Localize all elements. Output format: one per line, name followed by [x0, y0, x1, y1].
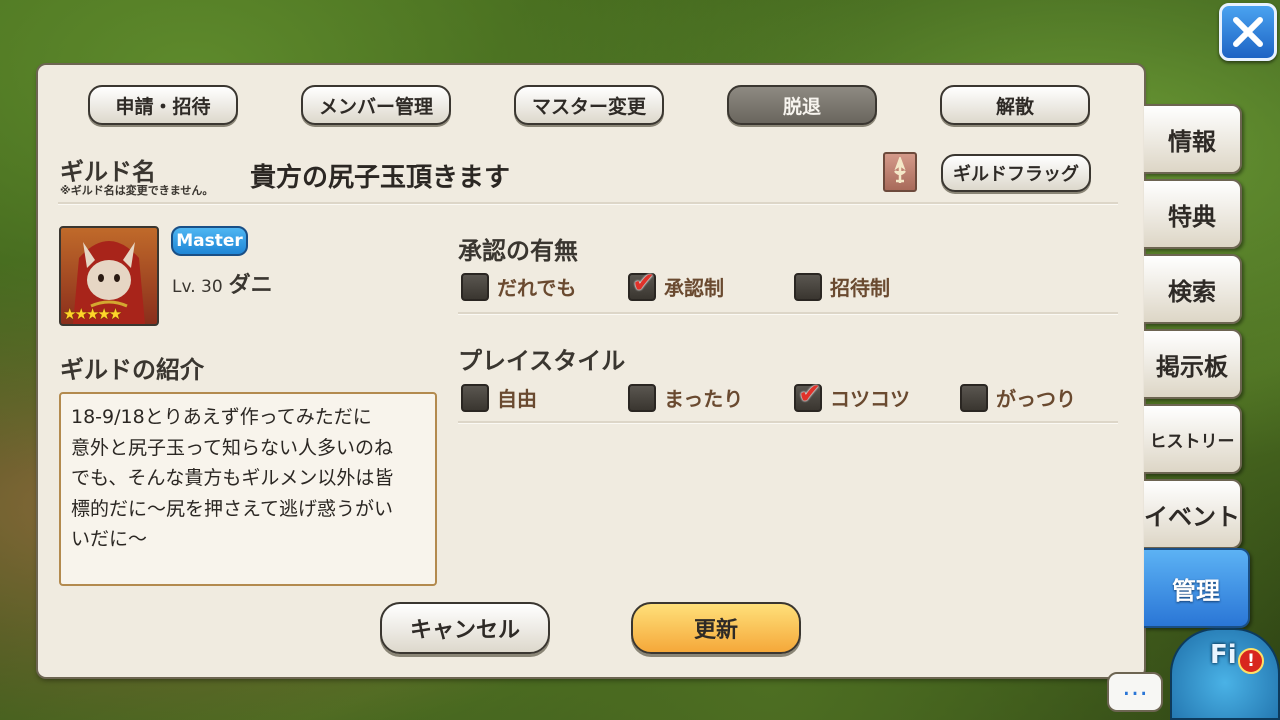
checkbox[interactable] — [461, 272, 489, 301]
checkbox[interactable]: ✔ — [628, 266, 656, 301]
playstyle-option-relaxed[interactable]: まったり — [628, 383, 743, 412]
checkbox[interactable] — [794, 272, 822, 301]
playstyle-option-steady[interactable]: ✔ コツコツ — [794, 377, 910, 412]
close-x-icon — [1233, 17, 1263, 47]
checkbox[interactable] — [960, 383, 988, 412]
option-label: 承認制 — [664, 276, 724, 300]
master-name: ダニ — [228, 273, 273, 298]
option-label: 招待制 — [830, 276, 890, 300]
side-tab-board[interactable]: 掲示板 — [1144, 329, 1242, 399]
master-level: Lv. 30 ダニ — [172, 267, 273, 299]
option-label: 自由 — [497, 387, 537, 411]
master-level-value: Lv. 30 — [172, 277, 223, 297]
option-label: がっつり — [996, 387, 1076, 411]
option-label: だれでも — [497, 276, 577, 300]
playstyle-title: プレイスタイル — [458, 347, 626, 375]
option-label: まったり — [664, 387, 744, 411]
close-button[interactable] — [1219, 3, 1277, 61]
approval-title: 承認の有無 — [458, 237, 578, 265]
check-icon: ✔ — [798, 376, 822, 410]
side-tab-management[interactable]: 管理 — [1144, 548, 1250, 628]
rarity-stars: ★★★★★ — [63, 305, 122, 323]
side-tab-history[interactable]: ヒストリー — [1144, 404, 1242, 474]
option-label: コツコツ — [830, 387, 910, 411]
checkbox[interactable] — [628, 383, 656, 412]
approval-option-anyone[interactable]: だれでも — [461, 272, 576, 301]
field-label: Fi — [1210, 640, 1237, 670]
update-button[interactable]: 更新 — [631, 602, 801, 654]
tab-leave[interactable]: 脱退 — [727, 85, 877, 125]
intro-text-box[interactable]: 18-9/18とりあえず作ってみただに 意外と尻子玉って知らない人多いのね でも… — [59, 392, 437, 586]
guild-management-panel: 申請・招待 メンバー管理 マスター変更 脱退 解散 ギルド名 ※ギルド名は変更で… — [38, 65, 1144, 677]
master-avatar: ★★★★★ — [59, 226, 159, 326]
guild-flag-button[interactable]: ギルドフラッグ — [941, 154, 1091, 192]
playstyle-option-hardcore[interactable]: がっつり — [960, 383, 1076, 412]
tab-master-change[interactable]: マスター変更 — [514, 85, 664, 125]
divider — [458, 421, 1118, 424]
playstyle-option-free[interactable]: 自由 — [461, 383, 537, 412]
guild-flag-icon — [883, 152, 917, 192]
check-icon: ✔ — [632, 265, 656, 299]
master-badge: Master — [171, 226, 248, 256]
guild-name: 貴方の尻子玉頂きます — [250, 163, 511, 193]
divider — [58, 202, 1118, 205]
chat-bubble-icon: … — [1122, 672, 1148, 702]
chat-button[interactable]: … — [1107, 672, 1163, 712]
cancel-button[interactable]: キャンセル — [380, 602, 550, 654]
side-tab-benefits[interactable]: 特典 — [1144, 179, 1242, 249]
alert-icon: ! — [1238, 648, 1264, 674]
tab-disband[interactable]: 解散 — [940, 85, 1090, 125]
tab-member-management[interactable]: メンバー管理 — [301, 85, 451, 125]
intro-title: ギルドの紹介 — [60, 356, 204, 384]
side-tab-event[interactable]: イベント — [1144, 479, 1242, 549]
side-tab-info[interactable]: 情報 — [1144, 104, 1242, 174]
tab-application-invite[interactable]: 申請・招待 — [88, 85, 238, 125]
checkbox[interactable] — [461, 383, 489, 412]
approval-option-approval[interactable]: ✔ 承認制 — [628, 266, 724, 301]
approval-option-invite[interactable]: 招待制 — [794, 272, 890, 301]
guild-name-note: ※ギルド名は変更できません。 — [60, 184, 214, 197]
checkbox[interactable]: ✔ — [794, 377, 822, 412]
divider — [458, 312, 1118, 315]
side-tab-search[interactable]: 検索 — [1144, 254, 1242, 324]
